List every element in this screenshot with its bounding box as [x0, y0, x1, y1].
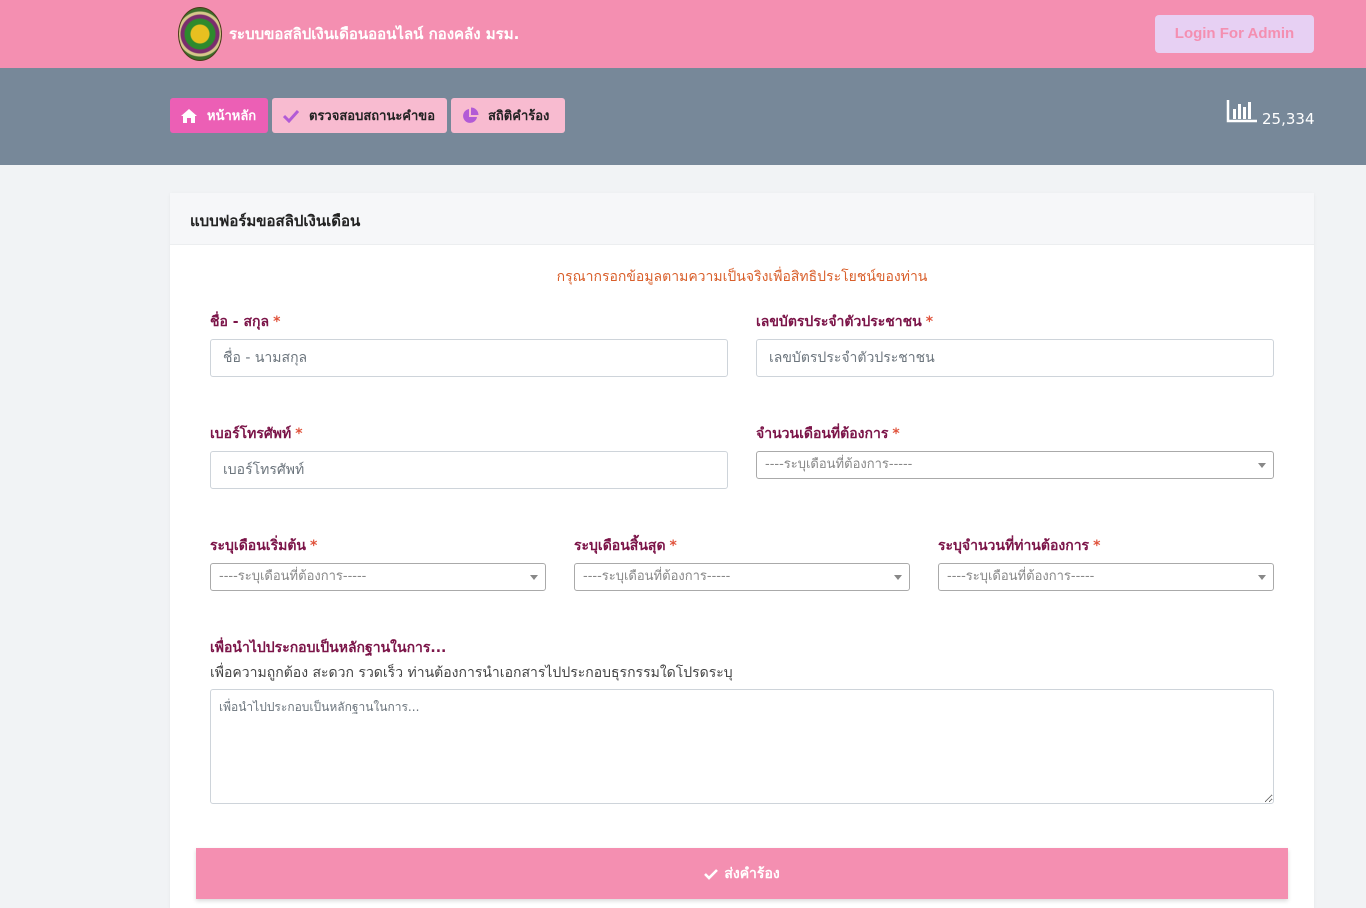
- top-bar: ระบบขอสลิปเงินเดือนออนไลน์ กองคลัง มรม. …: [0, 0, 1366, 68]
- name-input[interactable]: [210, 339, 728, 377]
- check-icon: [704, 868, 719, 880]
- citizen-id-label: เลขบัตรประจำตัวประชาชน *: [756, 314, 934, 330]
- start-month-value: ----ระบุเดือนที่ต้องการ-----: [219, 569, 367, 584]
- start-month-select[interactable]: ----ระบุเดือนที่ต้องการ-----: [210, 563, 546, 591]
- purpose-help-text: เพื่อความถูกต้อง สะดวก รวดเร็ว ท่านต้องก…: [210, 665, 733, 681]
- bar-chart-icon: [1226, 99, 1258, 127]
- nav-check-status-button[interactable]: ตรวจสอบสถานะคำขอ: [272, 98, 447, 133]
- quantity-select[interactable]: ----ระบุเดือนที่ต้องการ-----: [938, 563, 1274, 591]
- home-icon: [180, 107, 198, 125]
- nav-statistics-button[interactable]: สถิติคำร้อง: [451, 98, 565, 133]
- nav-home-label: หน้าหลัก: [207, 109, 257, 124]
- month-count-select[interactable]: ----ระบุเดือนที่ต้องการ-----: [756, 451, 1274, 479]
- purpose-textarea[interactable]: [210, 689, 1274, 804]
- end-month-select[interactable]: ----ระบุเดือนที่ต้องการ-----: [574, 563, 910, 591]
- citizen-id-input[interactable]: [756, 339, 1274, 377]
- quantity-value: ----ระบุเดือนที่ต้องการ-----: [947, 569, 1095, 584]
- submit-request-button[interactable]: ส่งคำร้อง: [196, 848, 1288, 899]
- quantity-label: ระบุจำนวนที่ท่านต้องการ *: [938, 538, 1101, 554]
- nav-home-button[interactable]: หน้าหลัก: [170, 98, 268, 133]
- chevron-down-icon: [1258, 463, 1266, 468]
- request-form-card: แบบฟอร์มขอสลิปเงินเดือน กรุณากรอกข้อมูลต…: [170, 193, 1314, 908]
- card-header: แบบฟอร์มขอสลิปเงินเดือน: [170, 193, 1314, 245]
- check-icon: [282, 107, 300, 125]
- chevron-down-icon: [530, 575, 538, 580]
- chevron-down-icon: [894, 575, 902, 580]
- chevron-down-icon: [1258, 575, 1266, 580]
- start-month-label: ระบุเดือนเริ่มต้น *: [210, 538, 318, 554]
- purpose-label: เพื่อนำไปประกอบเป็นหลักฐานในการ...: [210, 640, 447, 656]
- visitor-count: 25,334: [1262, 110, 1315, 128]
- name-label: ชื่อ - สกุล *: [210, 314, 281, 330]
- phone-label: เบอร์โทรศัพท์ *: [210, 426, 303, 442]
- end-month-label: ระบุเดือนสิ้นสุด *: [574, 538, 677, 554]
- app-title: ระบบขอสลิปเงินเดือนออนไลน์ กองคลัง มรม.: [229, 25, 520, 43]
- visitor-counter: 25,334: [1226, 99, 1315, 127]
- nav-statistics-label: สถิติคำร้อง: [488, 109, 550, 124]
- month-count-value: ----ระบุเดือนที่ต้องการ-----: [765, 457, 913, 472]
- submit-label: ส่งคำร้อง: [724, 865, 780, 882]
- end-month-value: ----ระบุเดือนที่ต้องการ-----: [583, 569, 731, 584]
- nav-bar: หน้าหลัก ตรวจสอบสถานะคำขอ สถิติคำร้อง 25…: [0, 68, 1366, 165]
- admin-login-button[interactable]: Login For Admin: [1155, 15, 1314, 53]
- pie-chart-icon: [461, 107, 479, 125]
- form-notice: กรุณากรอกข้อมูลตามความเป็นจริงเพื่อสิทธิ…: [556, 269, 928, 285]
- phone-input[interactable]: [210, 451, 728, 489]
- university-logo-icon: [178, 7, 222, 61]
- nav-check-status-label: ตรวจสอบสถานะคำขอ: [309, 109, 436, 124]
- month-count-label: จำนวนเดือนที่ต้องการ *: [756, 426, 900, 442]
- form-title: แบบฟอร์มขอสลิปเงินเดือน: [190, 212, 361, 230]
